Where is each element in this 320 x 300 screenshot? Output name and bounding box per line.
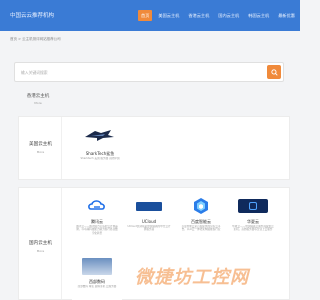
nav-hk-cloud[interactable]: 香港云主机: [185, 10, 212, 21]
search-button[interactable]: [267, 65, 281, 79]
search-input[interactable]: [21, 68, 261, 76]
tencent-cloud-logo: [80, 196, 114, 216]
provider-card[interactable]: UCloud UCloud优刻得是中国领先的中立云计算服务商: [124, 192, 174, 250]
nav-us-cloud[interactable]: 美国云主机: [155, 10, 182, 21]
watermark: 微捷坊工控网: [135, 267, 249, 288]
site-logo[interactable]: 中国云云推荐机构: [10, 11, 54, 19]
provider-card[interactable]: 华夏云 华夏云——中国领先云服务商提供云主机，高防服务器等企业上云服务: [228, 192, 278, 250]
nav-latest-deals[interactable]: 最新优惠: [275, 10, 298, 21]
provider-desc: 百度智能云是百度提供的公有云平台，以AI云一体化架构赋能各行业: [181, 225, 221, 232]
section-title[interactable]: 美国云主机: [19, 141, 62, 147]
ucloud-logo: [132, 196, 166, 216]
nav-home[interactable]: 首页: [138, 10, 153, 21]
provider-desc: UCloud优刻得是中国领先的中立云计算服务商: [127, 225, 171, 232]
west-digital-logo: [80, 256, 114, 276]
section-hk-cloud: 香港云主机 More: [18, 86, 290, 109]
provider-desc: 华夏云——中国领先云服务商提供云主机，高防服务器等企业上云服务: [232, 225, 274, 232]
nav-korea-cloud[interactable]: 韩国云主机: [245, 10, 272, 21]
provider-card[interactable]: 腾讯云 腾讯云——腾讯倾力打造的云计算品牌，以卓越科技能力助力各行各业数字化转型: [72, 192, 122, 250]
section-title[interactable]: 香港云主机: [18, 93, 58, 99]
baidu-cloud-logo: [184, 196, 218, 216]
section-more-link[interactable]: More: [18, 101, 58, 105]
main-nav: 首页 美国云主机 香港云主机 国内云主机 韩国云主机 最新优惠: [138, 10, 298, 21]
sharktech-logo: [83, 125, 117, 145]
provider-desc: 西部数码 域名 虚拟主机 云服务器: [77, 285, 117, 288]
section-title[interactable]: 国内云主机: [19, 240, 62, 246]
provider-card[interactable]: 西部数码 西部数码 域名 虚拟主机 云服务器: [72, 252, 122, 300]
section-header: 国内云主机 More: [19, 188, 62, 299]
section-header: 美国云主机 More: [19, 117, 62, 179]
section-more-link[interactable]: More: [19, 249, 62, 253]
search-bar: [14, 62, 284, 82]
provider-desc: Sharktech 美国 服务器 高防护国: [80, 157, 120, 160]
section-more-link[interactable]: More: [19, 150, 62, 154]
huaxia-cloud-logo: [236, 196, 270, 216]
provider-desc: 腾讯云——腾讯倾力打造的云计算品牌，以卓越科技能力助力各行各业数字化转型: [76, 225, 118, 235]
nav-domestic-cloud[interactable]: 国内云主机: [215, 10, 242, 21]
section-us-cloud: 美国云主机 More SharkTech鲨鱼 Sharktech 美国 服务器 …: [18, 116, 290, 180]
site-header: 中国云云推荐机构 首页 美国云主机 香港云主机 国内云主机 韩国云主机 最新优惠: [0, 0, 300, 31]
provider-card[interactable]: SharkTech鲨鱼 Sharktech 美国 服务器 高防护国: [75, 121, 125, 179]
breadcrumb[interactable]: 首页 > 云主机测评网站推荐公司: [10, 37, 61, 42]
search-icon: [270, 68, 278, 76]
provider-card[interactable]: 百度智能云 百度智能云是百度提供的公有云平台，以AI云一体化架构赋能各行业: [176, 192, 226, 250]
provider-name[interactable]: UCloud: [124, 219, 174, 224]
